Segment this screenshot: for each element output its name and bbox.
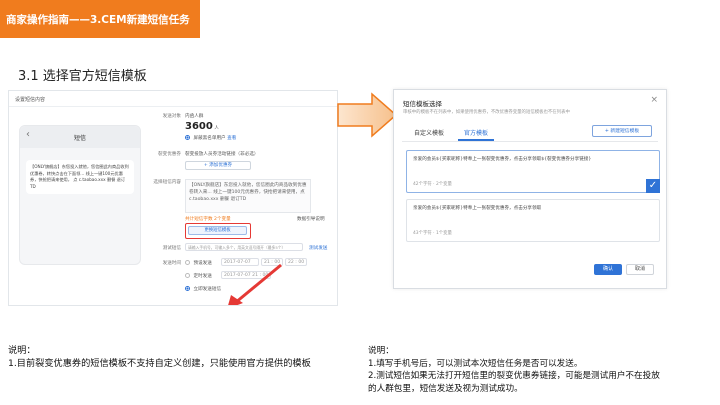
time-option-now-radio[interactable] — [185, 286, 190, 291]
left-screenshot: 设置短信内容 ‹ 短信 【ONLY旗舰店】东您投入就他，您信圈此内商品收到优惠卷… — [8, 90, 338, 306]
phone-header: ‹ 短信 — [20, 126, 140, 148]
tab-custom-templates[interactable]: 自定义模板 — [414, 128, 444, 137]
right-notes-line: 2.测试短信如果无法打开短信里的裂变优惠券链接，可能是测试用户不在投放 — [368, 371, 660, 381]
template-text: 亲爱的会员${买家昵称}特奉上一张裂变优惠券，点击分享领取${裂变优惠券分享链接… — [413, 157, 592, 162]
red-pointer-arrow-icon — [228, 263, 282, 305]
close-icon[interactable]: × — [650, 95, 658, 105]
test-send-link[interactable]: 测试发送 — [309, 245, 327, 251]
right-notes-line: 的人群包里，短信发送及视为测试成功。 — [368, 383, 523, 394]
guide-title: 商家操作指南——3.CEM新建短信任务 — [6, 13, 190, 26]
test-sms-label: 测试短信 — [162, 246, 181, 251]
send-target-label: 发送对象 — [162, 114, 181, 119]
right-notes-line: 1.填写手机号后，可以测试本次短信任务是否可以发送。 — [368, 358, 583, 369]
time-option-scheduled: 定时发送 — [193, 274, 212, 279]
send-target-value: 内函人群 — [185, 114, 204, 119]
big-right-arrow-icon — [337, 92, 398, 138]
time-option-preset: 预设发送 — [193, 261, 212, 266]
benefit-value: 裂变投放人员券活动链接（非必选） — [185, 152, 259, 157]
phone-title: 短信 — [73, 135, 86, 142]
guide-title-banner: 商家操作指南——3.CEM新建短信任务 — [0, 0, 200, 38]
right-notes: 说明： 1.填写手机号后，可以测试本次短信任务是否可以发送。 2.测试短信如果无… — [368, 345, 718, 395]
template-select-dialog: 短信模板选择 × 审核中的模板不在列表中，如果使用优惠券，不改优惠券变量的短信模… — [393, 89, 667, 289]
tab-official-templates[interactable]: 官方模板 — [464, 128, 488, 137]
time-option-scheduled-radio[interactable] — [185, 273, 190, 278]
exclude-blacklist-label: 屏蔽黑名单用户 — [193, 136, 226, 141]
confirm-button[interactable]: 确认 — [594, 264, 622, 275]
cancel-button[interactable]: 取消 — [626, 264, 654, 275]
pick-template-button[interactable]: 更换短信模板 — [188, 226, 247, 235]
template-text: 亲爱的会员${买家昵称}特奉上一张裂变优惠券，点击分享领取 — [413, 206, 542, 211]
send-time-label: 发送时间 — [162, 261, 181, 266]
left-notes: 说明： 1.目前裂变优惠券的短信模板不支持自定义创建，只能使用官方提供的模板 — [8, 345, 311, 370]
audience-count: 3600 — [185, 121, 213, 132]
exclude-view-link[interactable]: 查看 — [227, 136, 236, 141]
dialog-subtitle: 审核中的模板不在列表中，如果使用优惠券，不改优惠券变量的短信模板也不在列表中 — [403, 110, 570, 115]
template-card[interactable]: 亲爱的会员${买家昵称}特奉上一张裂变优惠券，点击分享领取 43个字符 · 1个… — [406, 199, 660, 242]
template-preview: 【ONLY旗舰店】东您投入就他，您信圈此内商品收到优惠卷转入来... 线上一键1… — [185, 179, 311, 213]
template-meta: 42个字符 · 2个变量 — [413, 182, 452, 187]
add-coupon-button[interactable]: + 添加优惠券 — [185, 161, 251, 170]
time-option-preset-radio[interactable] — [185, 260, 190, 265]
highlight-box: 更换短信模板 — [185, 223, 251, 239]
benefit-label: 裂变优惠券 — [158, 152, 181, 157]
dialog-title: 短信模板选择 — [403, 100, 442, 108]
phone-preview: ‹ 短信 【ONLY旗舰店】东您投入就他，您信圈此内商品收到优惠卷，转快点击在下… — [19, 125, 141, 265]
test-phone-input[interactable]: 请输入手机号，可输入多个，用英文逗号隔开（最多5个） — [185, 243, 303, 251]
template-card[interactable]: 亲爱的会员${买家昵称}特奉上一张裂变优惠券，点击分享领取${裂变优惠券分享链接… — [406, 150, 660, 193]
exclude-blacklist-checkbox[interactable] — [185, 135, 190, 140]
template-label: 选择短信内容 — [153, 180, 181, 185]
left-notes-heading: 说明： — [8, 345, 36, 356]
checkmark-icon: ✓ — [646, 179, 660, 193]
right-notes-heading: 说明： — [368, 346, 394, 356]
new-template-button[interactable]: + 新建短信模板 — [592, 125, 652, 137]
audience-unit: 人 — [214, 126, 219, 131]
tab-divider — [402, 141, 658, 142]
template-meta: 43个字符 · 1个变量 — [413, 231, 452, 236]
time-option-now: 立即发送短信 — [193, 287, 222, 292]
sms-preview-bubble: 【ONLY旗舰店】东您投入就他，您信圈此内商品收到优惠卷，转快点击在下面领...… — [26, 160, 134, 194]
left-notes-line: 1.目前裂变优惠券的短信模板不支持自定义创建，只能使用官方提供的模板 — [8, 357, 311, 369]
panel-title: 设置短信内容 — [9, 91, 337, 107]
char-help-link[interactable]: 数据引导说明 — [297, 216, 325, 222]
section-heading: 3.1 选择官方短信模板 — [18, 69, 147, 84]
char-count: 共计短信字数 2个变量 — [185, 217, 231, 222]
